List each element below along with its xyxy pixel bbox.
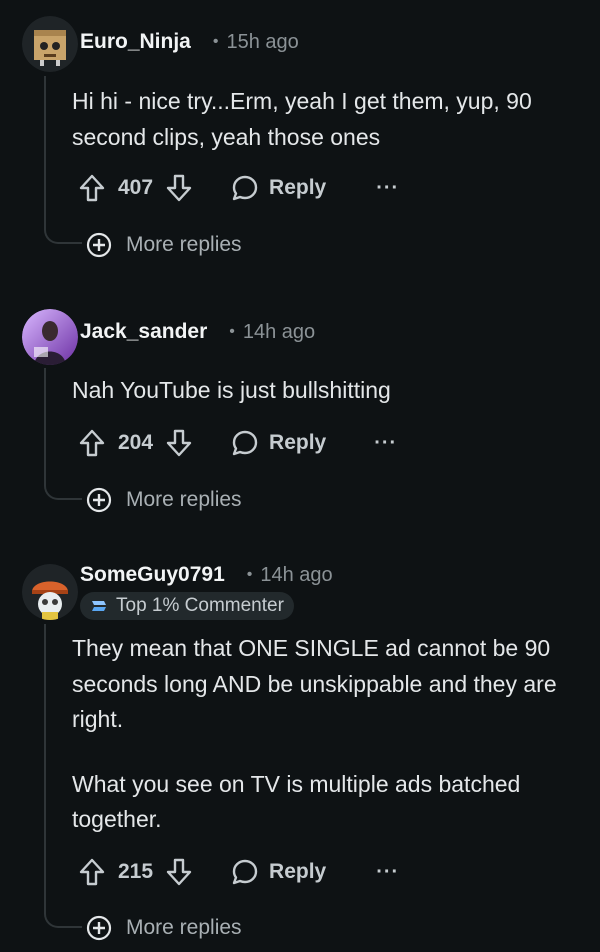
comment-header: Jack_sander • 14h ago (80, 317, 315, 347)
comment-paragraph: They mean that ONE SINGLE ad cannot be 9… (72, 635, 557, 732)
timestamp: 15h ago (226, 30, 299, 53)
upvote-icon[interactable] (78, 428, 106, 458)
separator-dot: • (229, 323, 235, 340)
vote-count: 407 (118, 176, 154, 199)
plus-circle-icon (86, 915, 112, 941)
box-robot-avatar-icon (22, 16, 78, 72)
comment-actions: 215 Reply ··· (78, 855, 399, 889)
more-options-button[interactable]: ··· (374, 432, 397, 455)
separator-dot: • (246, 566, 253, 583)
upvote-icon[interactable] (78, 857, 106, 887)
photo-avatar-icon (22, 309, 78, 365)
comment-paragraph: Hi hi - nice try...Erm, yeah I get them,… (72, 88, 532, 150)
thread-line (44, 624, 46, 910)
downvote-icon[interactable] (165, 173, 193, 203)
vote-count: 215 (118, 860, 154, 883)
comment-paragraph: Nah YouTube is just bullshitting (72, 377, 391, 403)
comment-actions: 204 Reply ··· (78, 426, 397, 460)
thread-connector (44, 910, 82, 928)
downvote-icon[interactable] (165, 428, 193, 458)
comment-header: Euro_Ninja • 15h ago (80, 27, 299, 57)
reply-label: Reply (269, 431, 327, 454)
reply-label: Reply (269, 176, 327, 199)
comment-body: Nah YouTube is just bullshitting (72, 373, 572, 409)
comment-actions: 407 Reply ··· (78, 171, 399, 205)
comment-paragraph: What you see on TV is multiple ads batch… (72, 770, 521, 833)
vote-count: 204 (118, 431, 154, 454)
reply-icon (232, 175, 258, 201)
separator-dot: • (212, 33, 219, 50)
more-options-button[interactable]: ··· (376, 861, 399, 884)
flair-label: Top 1% Commenter (116, 595, 284, 616)
avatar[interactable] (22, 16, 78, 72)
more-replies-button[interactable]: More replies (86, 913, 242, 943)
comment-header: SomeGuy0791 • 14h ago (80, 560, 333, 590)
reply-button[interactable]: Reply (231, 429, 326, 457)
timestamp: 14h ago (242, 320, 316, 343)
thread-connector (44, 226, 82, 244)
avatar[interactable] (22, 564, 78, 620)
reply-label: Reply (269, 860, 327, 883)
reply-button[interactable]: Reply (231, 858, 326, 886)
thread-connector (44, 482, 82, 500)
downvote-icon[interactable] (165, 857, 193, 887)
thread-line (44, 76, 46, 226)
upvote-icon[interactable] (78, 173, 106, 203)
plus-circle-icon (86, 487, 112, 513)
reply-icon (232, 859, 258, 885)
user-flair-badge: Top 1% Commenter (80, 592, 294, 620)
comment-body: They mean that ONE SINGLE ad cannot be 9… (72, 631, 577, 838)
username[interactable]: SomeGuy0791 (80, 563, 225, 587)
more-replies-label: More replies (126, 488, 242, 511)
timestamp: 14h ago (260, 563, 333, 586)
comment-body: Hi hi - nice try...Erm, yeah I get them,… (72, 84, 572, 155)
more-replies-button[interactable]: More replies (86, 230, 242, 260)
username[interactable]: Jack_sander (80, 320, 207, 344)
commenter-badge-icon (92, 601, 106, 611)
more-options-button[interactable]: ··· (376, 177, 399, 200)
helmet-avatar-icon (22, 564, 78, 620)
more-replies-button[interactable]: More replies (86, 485, 242, 515)
thread-line (44, 368, 46, 482)
avatar[interactable] (22, 309, 78, 365)
plus-circle-icon (86, 232, 112, 258)
username[interactable]: Euro_Ninja (80, 30, 191, 54)
more-replies-label: More replies (126, 233, 242, 256)
more-replies-label: More replies (126, 916, 242, 939)
reply-icon (232, 430, 258, 456)
reply-button[interactable]: Reply (231, 174, 326, 202)
